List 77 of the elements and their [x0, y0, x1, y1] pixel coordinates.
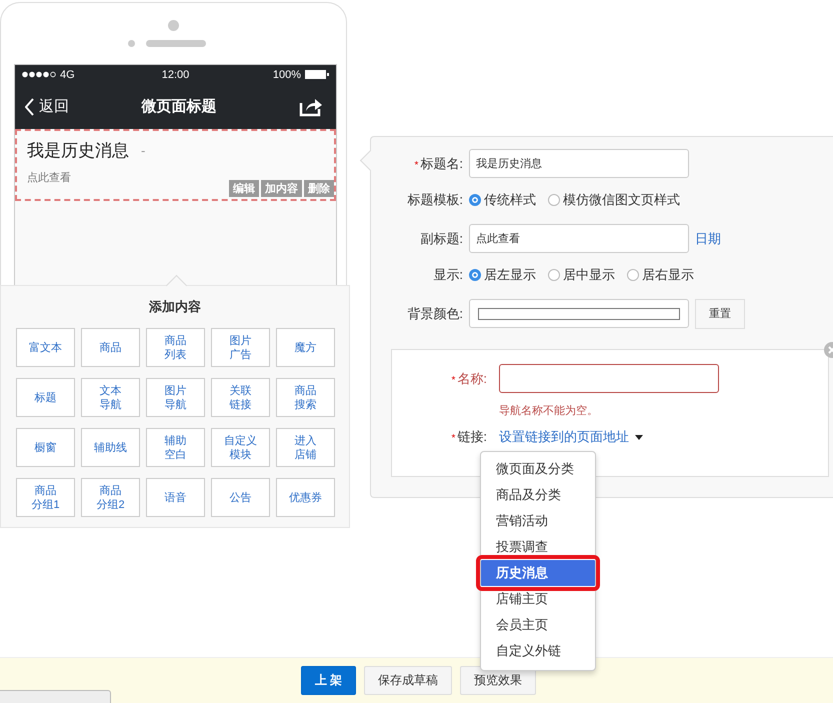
component-button[interactable]: 魔方 [276, 328, 335, 367]
action-button[interactable]: 保存成草稿 [364, 666, 452, 695]
component-button[interactable]: 标题 [16, 378, 75, 417]
subtitle-input[interactable]: 点此查看 [469, 224, 689, 253]
message-subtitle: 点此查看 [26, 170, 72, 185]
component-button[interactable]: 商品 分组2 [81, 478, 140, 517]
share-icon[interactable] [299, 96, 323, 116]
sensor-icon [128, 40, 134, 47]
field-label: *链接: [450, 428, 487, 446]
menu-item[interactable]: 历史消息 [481, 560, 595, 586]
menu-item[interactable]: 自定义外链 [481, 638, 595, 664]
field-label: 副标题: [419, 230, 463, 248]
component-button[interactable]: 文本 导航 [81, 378, 140, 417]
component-button[interactable]: 富文本 [16, 328, 75, 367]
field-label: 显示: [432, 266, 463, 284]
component-button[interactable]: 公告 [211, 478, 270, 517]
component-button[interactable]: 辅助 空白 [146, 428, 205, 467]
component-button[interactable]: 进入 店铺 [276, 428, 335, 467]
error-message: 导航名称不能为空。 [499, 404, 599, 418]
network-label: 4G [60, 68, 75, 80]
component-button[interactable]: 商品 分组1 [16, 478, 75, 517]
menu-item[interactable]: 营销活动 [481, 508, 595, 534]
link-dropdown[interactable]: 设置链接到的页面地址 [499, 428, 643, 446]
radio-option[interactable]: 居右显示 [627, 266, 694, 284]
component-button[interactable]: 图片 导航 [146, 378, 205, 417]
block-action-button[interactable]: 删除 [304, 180, 334, 197]
radio-icon[interactable] [469, 268, 481, 280]
field-label: *标题名: [413, 154, 463, 172]
title-input[interactable]: 我是历史消息 [469, 149, 689, 178]
radio-icon[interactable] [627, 268, 639, 280]
message-title: 我是历史消息 [27, 140, 129, 162]
component-button[interactable]: 优惠券 [276, 478, 335, 517]
menu-item[interactable]: 店铺主页 [481, 586, 595, 612]
menu-item[interactable]: 商品及分类 [481, 482, 595, 508]
field-label: 标题模板: [406, 190, 463, 208]
tab-handle[interactable] [0, 690, 111, 703]
speaker-icon [146, 40, 206, 47]
radio-icon[interactable] [548, 194, 560, 206]
field-label: 背景颜色: [406, 304, 463, 322]
component-button[interactable]: 语音 [146, 478, 205, 517]
color-picker[interactable] [469, 299, 689, 328]
panel-title: 添加内容 [148, 298, 202, 316]
battery-icon [305, 70, 329, 79]
component-button[interactable]: 商品 搜索 [276, 378, 335, 417]
component-button[interactable]: 自定义 模块 [211, 428, 270, 467]
radio-option[interactable]: 模仿微信图文页样式 [548, 190, 680, 208]
battery-label: 100% [272, 68, 301, 80]
component-button[interactable]: 图片 广告 [211, 328, 270, 367]
caret-icon[interactable] [635, 434, 643, 440]
component-button[interactable]: 商品 列表 [146, 328, 205, 367]
field-label: *名称: [450, 370, 487, 388]
radio-icon[interactable] [469, 194, 481, 206]
date-link[interactable]: 日期 [695, 230, 721, 248]
history-message-block[interactable]: 我是历史消息 - 点此查看 编辑 加内容 删除 [15, 129, 336, 201]
block-action-button[interactable]: 加内容 [261, 180, 302, 197]
menu-item[interactable]: 投票调查 [481, 534, 595, 560]
signal-icon [22, 71, 56, 78]
page-title: 微页面标题 [142, 97, 216, 116]
radio-option[interactable]: 传统样式 [469, 190, 536, 208]
action-button[interactable]: 上 架 [300, 666, 356, 695]
block-action-button[interactable]: 编辑 [229, 180, 259, 197]
back-chevron-icon[interactable] [25, 98, 35, 116]
camera-icon [168, 20, 179, 31]
date-dash: - [141, 143, 146, 158]
radio-option[interactable]: 居左显示 [469, 266, 536, 284]
radio-icon[interactable] [548, 268, 560, 280]
menu-item[interactable]: 会员主页 [481, 612, 595, 638]
component-button[interactable]: 商品 [81, 328, 140, 367]
name-input[interactable] [499, 364, 719, 393]
component-button[interactable]: 辅助线 [81, 428, 140, 467]
time-label: 12:00 [162, 68, 190, 80]
menu-item[interactable]: 微页面及分类 [481, 456, 595, 482]
component-button[interactable]: 橱窗 [16, 428, 75, 467]
reset-button[interactable]: 重置 [695, 298, 745, 328]
back-button[interactable]: 返回 [25, 97, 69, 116]
component-button[interactable]: 关联 链接 [211, 378, 270, 417]
radio-option[interactable]: 居中显示 [548, 266, 615, 284]
